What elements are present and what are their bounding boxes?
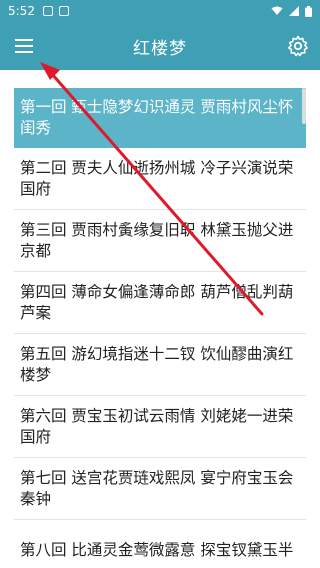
chapter-label: 第六回 贾宝玉初试云雨情 刘姥姥一进荣国府 xyxy=(20,406,294,446)
a-status-icon xyxy=(58,6,69,16)
chapter-item[interactable]: 第七回 送宫花贾琏戏熙凤 宴宁府宝玉会秦钟 xyxy=(14,458,306,520)
status-bar: 5:52 xyxy=(0,0,320,22)
chapter-item[interactable]: 第五回 游幻境指迷十二钗 饮仙醪曲演红楼梦 xyxy=(14,334,306,396)
scrollbar-thumb[interactable] xyxy=(302,88,306,124)
chapter-label: 第四回 薄命女偏逢薄命郎 葫芦僧乱判葫芦案 xyxy=(20,282,294,322)
status-time: 5:52 xyxy=(8,4,35,18)
app-bar: 红楼梦 xyxy=(0,22,320,70)
chapter-list[interactable]: 第一回 甄士隐梦幻识通灵 贾雨村风尘怀闺秀 第二回 贾夫人仙逝扬州城 冷子兴演说… xyxy=(0,70,320,568)
page-title: 红楼梦 xyxy=(133,38,187,59)
square-status-icon xyxy=(42,6,53,16)
status-right-icons xyxy=(271,5,312,17)
wifi-icon xyxy=(271,6,283,15)
chapter-label: 第八回 比通灵金莺微露意 探宝钗黛玉半 xyxy=(20,541,294,559)
chapter-label: 第五回 游幻境指迷十二钗 饮仙醪曲演红楼梦 xyxy=(20,344,294,384)
chapter-item[interactable]: 第八回 比通灵金莺微露意 探宝钗黛玉半 xyxy=(14,520,306,568)
chapter-label: 第二回 贾夫人仙逝扬州城 冷子兴演说荣国府 xyxy=(20,158,294,198)
signal-icon xyxy=(289,6,299,16)
gear-icon[interactable] xyxy=(286,34,310,58)
chapter-item[interactable]: 第二回 贾夫人仙逝扬州城 冷子兴演说荣国府 xyxy=(14,148,306,210)
chapter-label: 第七回 送宫花贾琏戏熙凤 宴宁府宝玉会秦钟 xyxy=(20,468,294,508)
chapter-item[interactable]: 第四回 薄命女偏逢薄命郎 葫芦僧乱判葫芦案 xyxy=(14,272,306,334)
chapter-label: 第三回 贾雨村夤缘复旧职 林黛玉抛父进京都 xyxy=(20,220,294,260)
chapter-item[interactable]: 第三回 贾雨村夤缘复旧职 林黛玉抛父进京都 xyxy=(14,210,306,272)
hamburger-menu-icon[interactable] xyxy=(12,34,36,58)
chapter-item[interactable]: 第一回 甄士隐梦幻识通灵 贾雨村风尘怀闺秀 xyxy=(14,88,306,148)
chapter-item[interactable]: 第六回 贾宝玉初试云雨情 刘姥姥一进荣国府 xyxy=(14,396,306,458)
chapter-label: 第一回 甄士隐梦幻识通灵 贾雨村风尘怀闺秀 xyxy=(20,98,294,137)
battery-icon xyxy=(305,5,312,17)
